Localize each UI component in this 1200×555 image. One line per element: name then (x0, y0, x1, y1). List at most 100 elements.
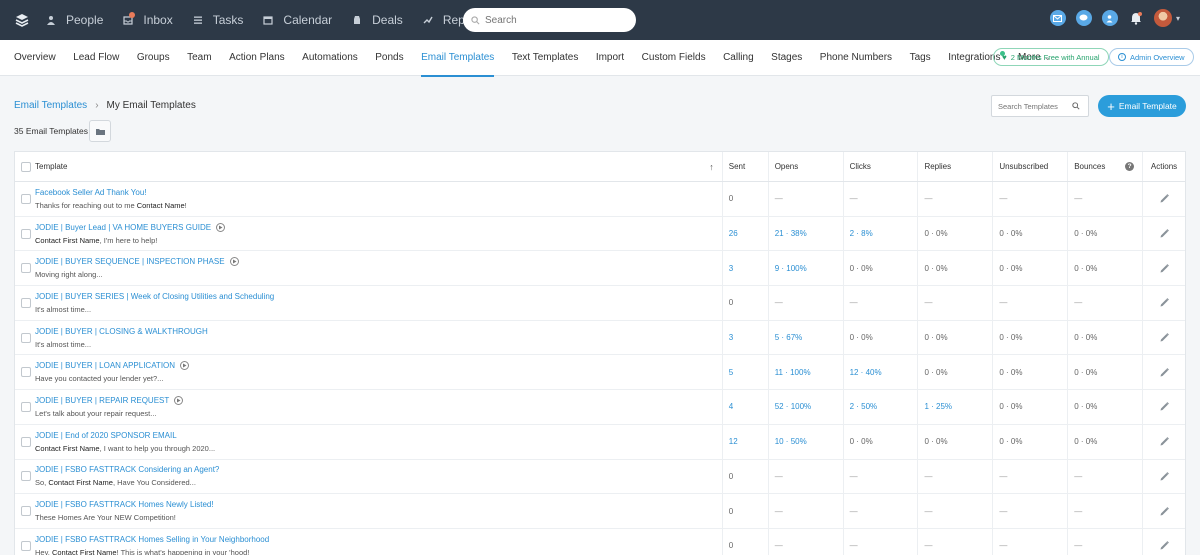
search-templates-field[interactable] (991, 95, 1089, 117)
email-icon[interactable] (1049, 10, 1066, 26)
global-search[interactable] (463, 8, 636, 32)
add-email-template-button[interactable]: + Email Template (1098, 95, 1186, 117)
row-checkbox[interactable] (21, 297, 31, 308)
chevron-down-icon[interactable]: ▾ (1176, 14, 1180, 23)
tab-team[interactable]: Team (187, 40, 211, 76)
nav-item-tasks[interactable]: Tasks (193, 13, 243, 27)
opens-cell[interactable]: 21 · 38% (769, 216, 844, 251)
sent-cell[interactable]: 5 (723, 355, 769, 390)
sent-cell[interactable]: 12 (723, 424, 769, 459)
edit-pencil-icon[interactable] (1159, 540, 1170, 551)
nav-item-deals[interactable]: Deals (352, 13, 403, 27)
table-row[interactable]: JODIE | Buyer Lead | VA HOME BUYERS GUID… (15, 216, 1185, 252)
user-avatar[interactable] (1153, 9, 1172, 27)
edit-pencil-icon[interactable] (1159, 471, 1170, 482)
template-name-link[interactable]: JODIE | FSBO FASTTRACK Homes Selling in … (35, 535, 269, 544)
sent-cell[interactable]: 26 (723, 216, 769, 251)
opens-cell[interactable]: 5 · 67% (769, 320, 844, 355)
tab-action-plans[interactable]: Action Plans (229, 40, 285, 76)
edit-pencil-icon[interactable] (1159, 401, 1170, 412)
template-name-link[interactable]: JODIE | BUYER | LOAN APPLICATION (35, 361, 190, 371)
tab-custom-fields[interactable]: Custom Fields (642, 40, 706, 76)
col-unsubscribed-header[interactable]: Unsubscribed (993, 152, 1069, 181)
clicks-cell[interactable]: 2 · 50% (844, 390, 919, 424)
tab-lead-flow[interactable]: Lead Flow (73, 40, 119, 76)
breadcrumb-parent-link[interactable]: Email Templates (14, 100, 87, 111)
folder-button[interactable] (89, 120, 111, 142)
edit-pencil-icon[interactable] (1159, 332, 1170, 343)
template-name-link[interactable]: JODIE | BUYER | CLOSING & WALKTHROUGH (35, 327, 208, 336)
sent-cell[interactable]: 4 (723, 390, 769, 424)
chat-icon[interactable] (1075, 10, 1092, 26)
tab-stages[interactable]: Stages (771, 40, 802, 76)
team-icon[interactable] (1101, 10, 1118, 26)
template-name-link[interactable]: JODIE | FSBO FASTTRACK Considering an Ag… (35, 465, 219, 474)
row-checkbox[interactable] (21, 367, 31, 378)
tab-email-templates[interactable]: Email Templates (421, 40, 495, 77)
table-row[interactable]: JODIE | FSBO FASTTRACK Homes Newly Liste… (15, 494, 1185, 529)
tab-calling[interactable]: Calling (723, 40, 754, 76)
col-clicks-header[interactable]: Clicks (844, 152, 919, 181)
edit-pencil-icon[interactable] (1159, 506, 1170, 517)
row-checkbox[interactable] (21, 401, 31, 412)
table-row[interactable]: JODIE | BUYER SERIES | Week of Closing U… (15, 286, 1185, 321)
table-row[interactable]: JODIE | BUYER | REPAIR REQUEST Let's talk… (15, 390, 1185, 425)
help-icon[interactable]: ? (1125, 162, 1135, 171)
nav-item-people[interactable]: People (46, 13, 103, 27)
row-checkbox[interactable] (21, 506, 31, 517)
edit-pencil-icon[interactable] (1159, 436, 1170, 447)
tab-text-templates[interactable]: Text Templates (512, 40, 579, 76)
opens-cell[interactable]: 52 · 100% (769, 390, 844, 424)
global-search-input[interactable] (485, 14, 625, 26)
row-checkbox[interactable] (21, 263, 31, 274)
clicks-cell[interactable]: 2 · 8% (844, 216, 919, 251)
template-name-link[interactable]: JODIE | BUYER SERIES | Week of Closing U… (35, 292, 274, 301)
col-bounces-header[interactable]: Bounces ? (1068, 152, 1144, 181)
search-templates-input[interactable] (998, 101, 1072, 111)
row-checkbox[interactable] (21, 193, 31, 204)
tab-groups[interactable]: Groups (137, 40, 170, 76)
replies-cell[interactable]: 1 · 25% (918, 390, 994, 424)
opens-cell[interactable]: 11 · 100% (769, 355, 844, 390)
app-logo-icon[interactable] (10, 8, 34, 32)
tab-tags[interactable]: Tags (910, 40, 931, 76)
col-opens-header[interactable]: Opens (769, 152, 844, 181)
edit-pencil-icon[interactable] (1159, 193, 1170, 204)
template-name-link[interactable]: JODIE | BUYER SEQUENCE | INSPECTION PHAS… (35, 257, 239, 267)
template-name-link[interactable]: JODIE | Buyer Lead | VA HOME BUYERS GUID… (35, 222, 226, 232)
template-name-link[interactable]: Facebook Seller Ad Thank You! (35, 188, 187, 197)
admin-overview-pill[interactable]: i Admin Overview (1109, 48, 1194, 66)
select-all-checkbox[interactable] (21, 161, 31, 172)
row-checkbox[interactable] (21, 436, 31, 447)
table-row[interactable]: JODIE | BUYER | CLOSING & WALKTHROUGH It'… (15, 320, 1185, 356)
nav-item-inbox[interactable]: Inbox (123, 12, 173, 27)
template-name-link[interactable]: JODIE | End of 2020 SPONSOR EMAIL (35, 431, 215, 440)
edit-pencil-icon[interactable] (1159, 263, 1170, 274)
table-row[interactable]: JODIE | End of 2020 SPONSOR EMAIL Contact… (15, 424, 1185, 460)
row-checkbox[interactable] (21, 540, 31, 551)
table-row[interactable]: Facebook Seller Ad Thank You! Thanks for … (15, 182, 1185, 217)
clicks-cell[interactable]: 12 · 40% (844, 355, 919, 390)
row-checkbox[interactable] (21, 228, 31, 239)
tab-overview[interactable]: Overview (14, 40, 56, 76)
table-row[interactable]: JODIE | BUYER | LOAN APPLICATION Have you… (15, 355, 1185, 391)
edit-pencil-icon[interactable] (1159, 367, 1170, 378)
nav-item-calendar[interactable]: Calendar (263, 13, 332, 27)
edit-pencil-icon[interactable] (1159, 228, 1170, 239)
tab-phone-numbers[interactable]: Phone Numbers (820, 40, 892, 76)
col-replies-header[interactable]: Replies (918, 152, 994, 181)
template-name-link[interactable]: JODIE | FSBO FASTTRACK Homes Newly Liste… (35, 500, 214, 509)
notifications-bell-icon[interactable] (1128, 10, 1144, 26)
tab-ponds[interactable]: Ponds (375, 40, 403, 76)
template-name-link[interactable]: JODIE | BUYER | REPAIR REQUEST (35, 395, 184, 405)
table-row[interactable]: JODIE | FSBO FASTTRACK Homes Selling in … (15, 528, 1185, 555)
table-row[interactable]: JODIE | FSBO FASTTRACK Considering an Ag… (15, 459, 1185, 495)
opens-cell[interactable]: 9 · 100% (769, 251, 844, 286)
sent-cell[interactable]: 3 (723, 320, 769, 355)
col-template-header[interactable]: Template ↑ (15, 152, 723, 181)
tab-automations[interactable]: Automations (302, 40, 358, 76)
promo-pill[interactable]: ♥ 2 Months Free with Annual (993, 48, 1109, 66)
opens-cell[interactable]: 10 · 50% (769, 424, 844, 459)
col-sent-header[interactable]: Sent (723, 152, 769, 181)
row-checkbox[interactable] (21, 332, 31, 343)
